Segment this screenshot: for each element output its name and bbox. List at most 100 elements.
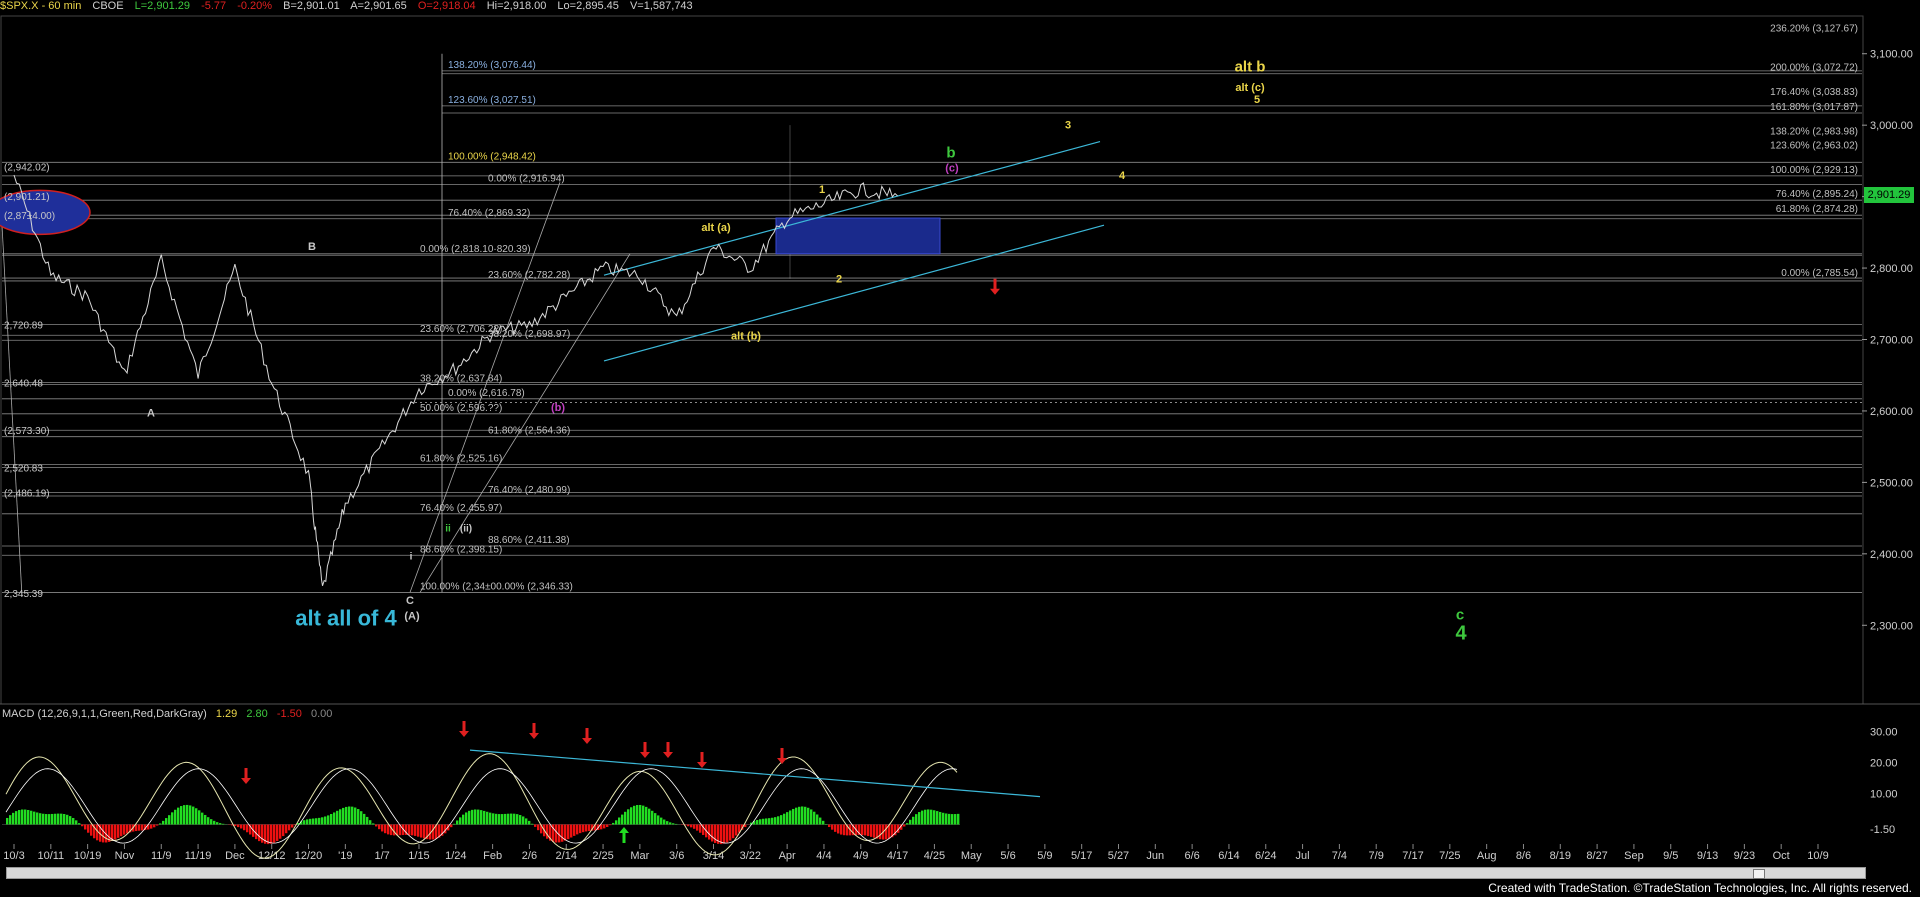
x-tick-label: 12/20	[295, 850, 323, 862]
macd-bar	[834, 824, 837, 832]
macd-bar	[27, 809, 30, 825]
macd-bar	[360, 811, 363, 825]
left-price-label: (2,901.21)	[4, 192, 50, 203]
macd-bar	[864, 824, 867, 836]
macd-bar	[219, 823, 222, 825]
macd-bar	[351, 806, 354, 825]
macd-bar	[408, 824, 411, 836]
y-tick-label: 2,800.00	[1870, 263, 1913, 275]
macd-bar	[258, 824, 261, 842]
macd-bar	[12, 812, 15, 825]
macd-bar	[828, 824, 831, 828]
macd-bar	[696, 824, 699, 831]
last-price-tag: 2,901.29	[1864, 187, 1914, 203]
x-tick-label: 10/9	[1807, 850, 1828, 862]
macd-bar	[516, 814, 519, 825]
x-tick-label: 8/27	[1586, 850, 1607, 862]
macd-bar	[75, 820, 78, 825]
fib-label-right: 138.20% (2,983.98)	[1770, 126, 1858, 137]
macd-bar	[588, 824, 591, 831]
fib-label-left: 61.80% (2,525.16)	[420, 454, 502, 465]
macd-bar	[366, 816, 369, 825]
macd-bar	[369, 820, 372, 825]
x-tick-label: 4/9	[853, 850, 868, 862]
wave-label: i	[410, 552, 413, 563]
macd-bar	[693, 824, 696, 829]
macd-bar	[564, 824, 567, 841]
macd-bar	[201, 812, 204, 825]
macd-value-3: -1.50	[276, 708, 302, 720]
macd-bar	[498, 814, 501, 825]
macd-bar	[375, 824, 378, 827]
macd-bar	[141, 824, 144, 831]
macd-value-1: 1.29	[215, 708, 238, 720]
macd-bar	[756, 819, 759, 825]
macd-bar	[534, 824, 537, 827]
macd-bar	[126, 824, 129, 834]
macd-bar	[951, 814, 954, 825]
macd-y-tick-label: 20.00	[1870, 758, 1898, 770]
macd-value-4: 0.00	[310, 708, 333, 720]
down-arrow-icon	[777, 748, 787, 764]
high-value: Hi=2,918.00	[486, 0, 547, 12]
macd-bar	[255, 824, 258, 840]
macd-bar	[6, 817, 9, 825]
macd-bar	[39, 813, 42, 825]
macd-bar	[42, 813, 45, 825]
symbol-label: $SPX.X - 60 min	[0, 0, 82, 12]
macd-bar	[102, 824, 105, 843]
fib-label-right: 76.40% (2,895.24)	[1776, 189, 1858, 200]
macd-bar	[633, 805, 636, 825]
macd-bar	[81, 824, 84, 827]
macd-bar	[885, 824, 888, 840]
macd-bar	[330, 814, 333, 825]
x-tick-label: 5/27	[1108, 850, 1129, 862]
x-tick-label: 7/9	[1369, 850, 1384, 862]
fib-label-left: 100.00% (2,34±00.00% (2,346.33)	[420, 581, 573, 592]
macd-bar	[687, 824, 690, 827]
wave-label: alt b	[1235, 59, 1266, 76]
macd-bar	[423, 824, 426, 839]
horizontal-scrollbar[interactable]	[6, 867, 1866, 879]
macd-bar	[477, 809, 480, 825]
left-price-label: (2,486.19)	[4, 488, 50, 499]
macd-bar	[546, 824, 549, 839]
macd-bar	[837, 824, 840, 834]
macd-bar	[810, 809, 813, 825]
macd-bar	[420, 824, 423, 838]
macd-bar	[168, 815, 171, 825]
x-tick-label: 6/6	[1184, 850, 1199, 862]
macd-bar	[333, 812, 336, 825]
macd-bar	[957, 813, 960, 825]
macd-bar	[903, 824, 906, 827]
wave-label: alt (a)	[701, 222, 731, 234]
x-tick-label: 6/14	[1218, 850, 1239, 862]
fib-label-left: 0.00% (2,916.94)	[488, 173, 565, 184]
x-tick-label: 1/7	[375, 850, 390, 862]
macd-bar	[354, 807, 357, 825]
macd-bar	[945, 813, 948, 825]
exchange-label: CBOE	[92, 0, 124, 12]
macd-bar	[510, 813, 513, 825]
macd-bar	[909, 819, 912, 825]
macd-bar	[174, 809, 177, 825]
macd-bar	[387, 824, 390, 835]
down-arrow-icon	[529, 723, 539, 739]
fib-label-left: 38.20% (2,698.97)	[488, 329, 570, 340]
macd-bar	[780, 815, 783, 825]
macd-bar	[450, 824, 453, 828]
macd-bar	[36, 812, 39, 825]
macd-bar	[519, 815, 522, 825]
macd-trendline	[469, 749, 1041, 798]
wave-label: 3	[1065, 120, 1071, 132]
down-arrow-icon	[663, 742, 673, 758]
macd-bar	[675, 823, 678, 825]
macd-bar	[861, 824, 864, 836]
macd-bar	[603, 824, 606, 829]
left-price-label: 2,520.83	[4, 463, 43, 474]
macd-bar	[672, 823, 675, 825]
fib-label-left: 76.40% (2,869.32)	[448, 208, 530, 219]
macd-bar	[363, 813, 366, 825]
scrollbar-thumb[interactable]	[1753, 869, 1765, 879]
wave-label: 4	[1119, 170, 1126, 182]
